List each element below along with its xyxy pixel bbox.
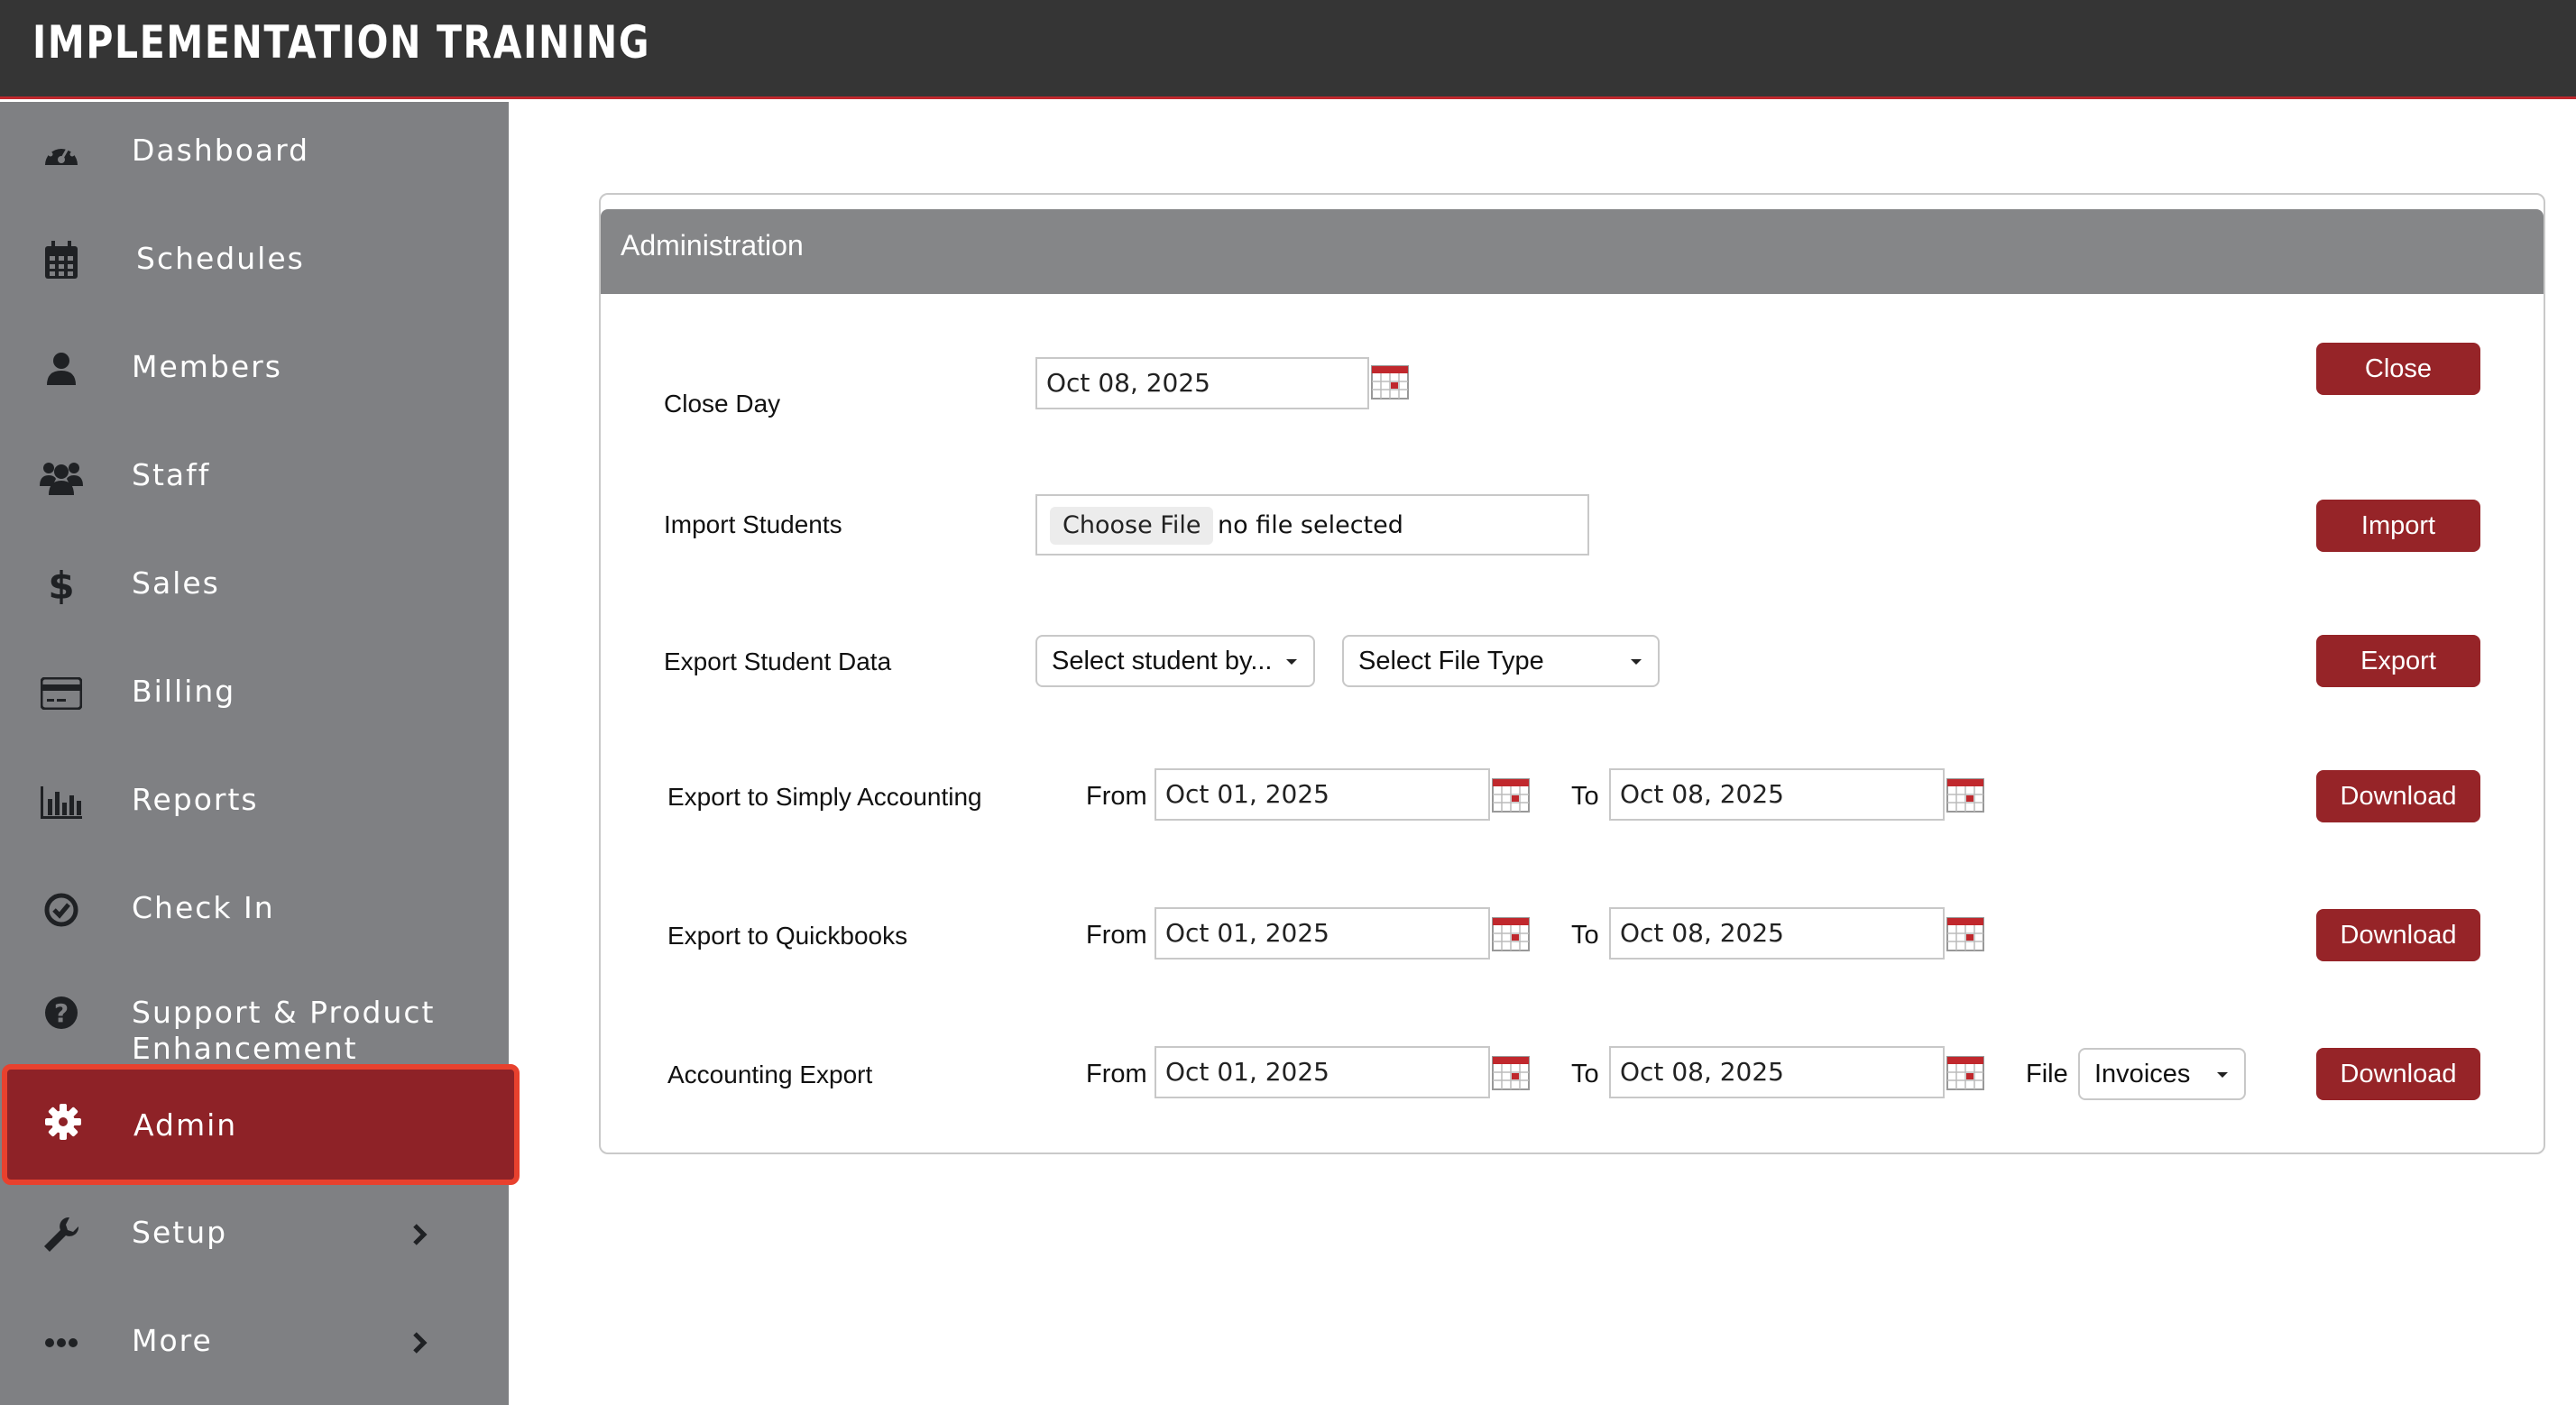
card-title: Administration xyxy=(621,229,804,262)
svg-text:?: ? xyxy=(54,998,69,1028)
file-label: File xyxy=(2026,1060,2068,1088)
simply-to-date-input[interactable]: Oct 08, 2025 xyxy=(1609,768,1945,821)
ellipsis-icon xyxy=(40,1321,83,1364)
wrench-icon xyxy=(40,1213,83,1256)
to-label: To xyxy=(1571,782,1599,811)
sidebar-item-sales[interactable]: $ Sales xyxy=(0,535,509,643)
svg-text:$: $ xyxy=(48,565,74,606)
caret-down-icon xyxy=(2217,1072,2228,1078)
close-day-label: Close Day xyxy=(664,390,781,418)
top-bar: IMPLEMENTATION TRAINING xyxy=(0,0,2576,99)
calendar-icon[interactable] xyxy=(1946,1055,1986,1091)
sidebar-item-label: Members xyxy=(132,349,282,384)
users-icon xyxy=(40,455,83,499)
sidebar-item-dashboard[interactable]: Dashboard xyxy=(0,102,509,210)
to-label: To xyxy=(1571,921,1599,950)
sidebar-item-label: Dashboard xyxy=(132,133,310,168)
sidebar-item-more[interactable]: More xyxy=(0,1292,509,1400)
sidebar-item-setup[interactable]: Setup xyxy=(0,1184,509,1292)
sidebar-item-schedules[interactable]: Schedules xyxy=(0,210,509,318)
file-type-value: Invoices xyxy=(2094,1060,2191,1088)
sidebar-item-label: Check In xyxy=(132,890,275,925)
import-button[interactable]: Import xyxy=(2316,500,2480,552)
sidebar-item-reports[interactable]: Reports xyxy=(0,751,509,859)
sidebar-item-members[interactable]: Members xyxy=(0,318,509,427)
calendar-icon[interactable] xyxy=(1946,777,1986,813)
to-label: To xyxy=(1571,1060,1599,1088)
file-type-dropdown[interactable]: Invoices xyxy=(2078,1048,2246,1100)
sidebar-item-label: Staff xyxy=(132,457,211,492)
select-student-by-value: Select student by... xyxy=(1052,647,1273,675)
choose-file-button[interactable]: Choose File xyxy=(1050,507,1214,545)
sidebar-item-label: Schedules xyxy=(136,241,305,276)
sidebar-item-label: Support & Product xyxy=(132,995,436,1030)
card-header: Administration xyxy=(601,209,2544,294)
calendar-icon xyxy=(40,239,83,282)
chevron-right-icon xyxy=(408,1325,433,1361)
sidebar-item-label: Admin xyxy=(133,1107,238,1143)
calendar-icon[interactable] xyxy=(1492,777,1532,813)
check-circle-icon xyxy=(40,888,83,932)
export-button[interactable]: Export xyxy=(2316,635,2480,687)
file-input[interactable]: Choose File no file selected xyxy=(1035,494,1589,556)
file-status-text: no file selected xyxy=(1218,511,1403,539)
chevron-right-icon xyxy=(408,1217,433,1253)
select-file-type-dropdown[interactable]: Select File Type xyxy=(1342,635,1660,687)
credit-card-icon xyxy=(40,672,83,715)
accounting-export-label: Accounting Export xyxy=(667,1061,873,1088)
question-circle-icon: ? xyxy=(40,991,83,1034)
quickbooks-from-date-input[interactable]: Oct 01, 2025 xyxy=(1155,907,1490,960)
calendar-icon[interactable] xyxy=(1492,916,1532,952)
app-title: IMPLEMENTATION TRAINING xyxy=(32,16,651,69)
export-student-data-label: Export Student Data xyxy=(664,647,892,675)
calendar-icon[interactable] xyxy=(1492,1055,1532,1091)
bar-chart-icon xyxy=(40,780,83,823)
simply-accounting-label: Export to Simply Accounting xyxy=(667,783,982,811)
sidebar-item-admin[interactable]: Admin xyxy=(2,1064,520,1185)
sidebar-item-label: Setup xyxy=(132,1215,228,1250)
gear-icon xyxy=(41,1100,85,1143)
sidebar-item-label: Reports xyxy=(132,782,259,817)
quickbooks-label: Export to Quickbooks xyxy=(667,922,908,950)
caret-down-icon xyxy=(1286,659,1297,665)
sidebar-item-label: Billing xyxy=(132,674,236,709)
calendar-icon[interactable] xyxy=(1371,364,1411,400)
sidebar-item-label: Sales xyxy=(132,565,220,601)
from-label: From xyxy=(1086,1060,1147,1088)
sidebar-item-billing[interactable]: Billing xyxy=(0,643,509,751)
sidebar-item-label: More xyxy=(132,1323,213,1358)
user-icon xyxy=(40,347,83,390)
sidebar: Dashboard Schedules Members Staff $ Sale… xyxy=(0,102,520,1405)
from-label: From xyxy=(1086,921,1147,950)
simply-download-button[interactable]: Download xyxy=(2316,770,2480,822)
calendar-icon[interactable] xyxy=(1946,916,1986,952)
sidebar-item-check-in[interactable]: Check In xyxy=(0,859,509,968)
import-students-label: Import Students xyxy=(664,510,842,538)
close-button[interactable]: Close xyxy=(2316,343,2480,395)
accounting-from-date-input[interactable]: Oct 01, 2025 xyxy=(1155,1046,1490,1098)
accounting-to-date-input[interactable]: Oct 08, 2025 xyxy=(1609,1046,1945,1098)
quickbooks-to-date-input[interactable]: Oct 08, 2025 xyxy=(1609,907,1945,960)
sidebar-item-label: Enhancement xyxy=(132,1031,358,1066)
accounting-download-button[interactable]: Download xyxy=(2316,1048,2480,1100)
close-day-date-input[interactable]: Oct 08, 2025 xyxy=(1035,357,1369,409)
quickbooks-download-button[interactable]: Download xyxy=(2316,909,2480,961)
from-label: From xyxy=(1086,782,1147,811)
dollar-icon: $ xyxy=(40,564,83,607)
simply-from-date-input[interactable]: Oct 01, 2025 xyxy=(1155,768,1490,821)
sidebar-item-staff[interactable]: Staff xyxy=(0,427,509,535)
select-file-type-value: Select File Type xyxy=(1358,647,1544,675)
select-student-by-dropdown[interactable]: Select student by... xyxy=(1035,635,1315,687)
caret-down-icon xyxy=(1631,659,1642,665)
dashboard-icon xyxy=(40,131,83,174)
sidebar-item-support[interactable]: ? Support & Product Enhancement xyxy=(0,968,509,1076)
